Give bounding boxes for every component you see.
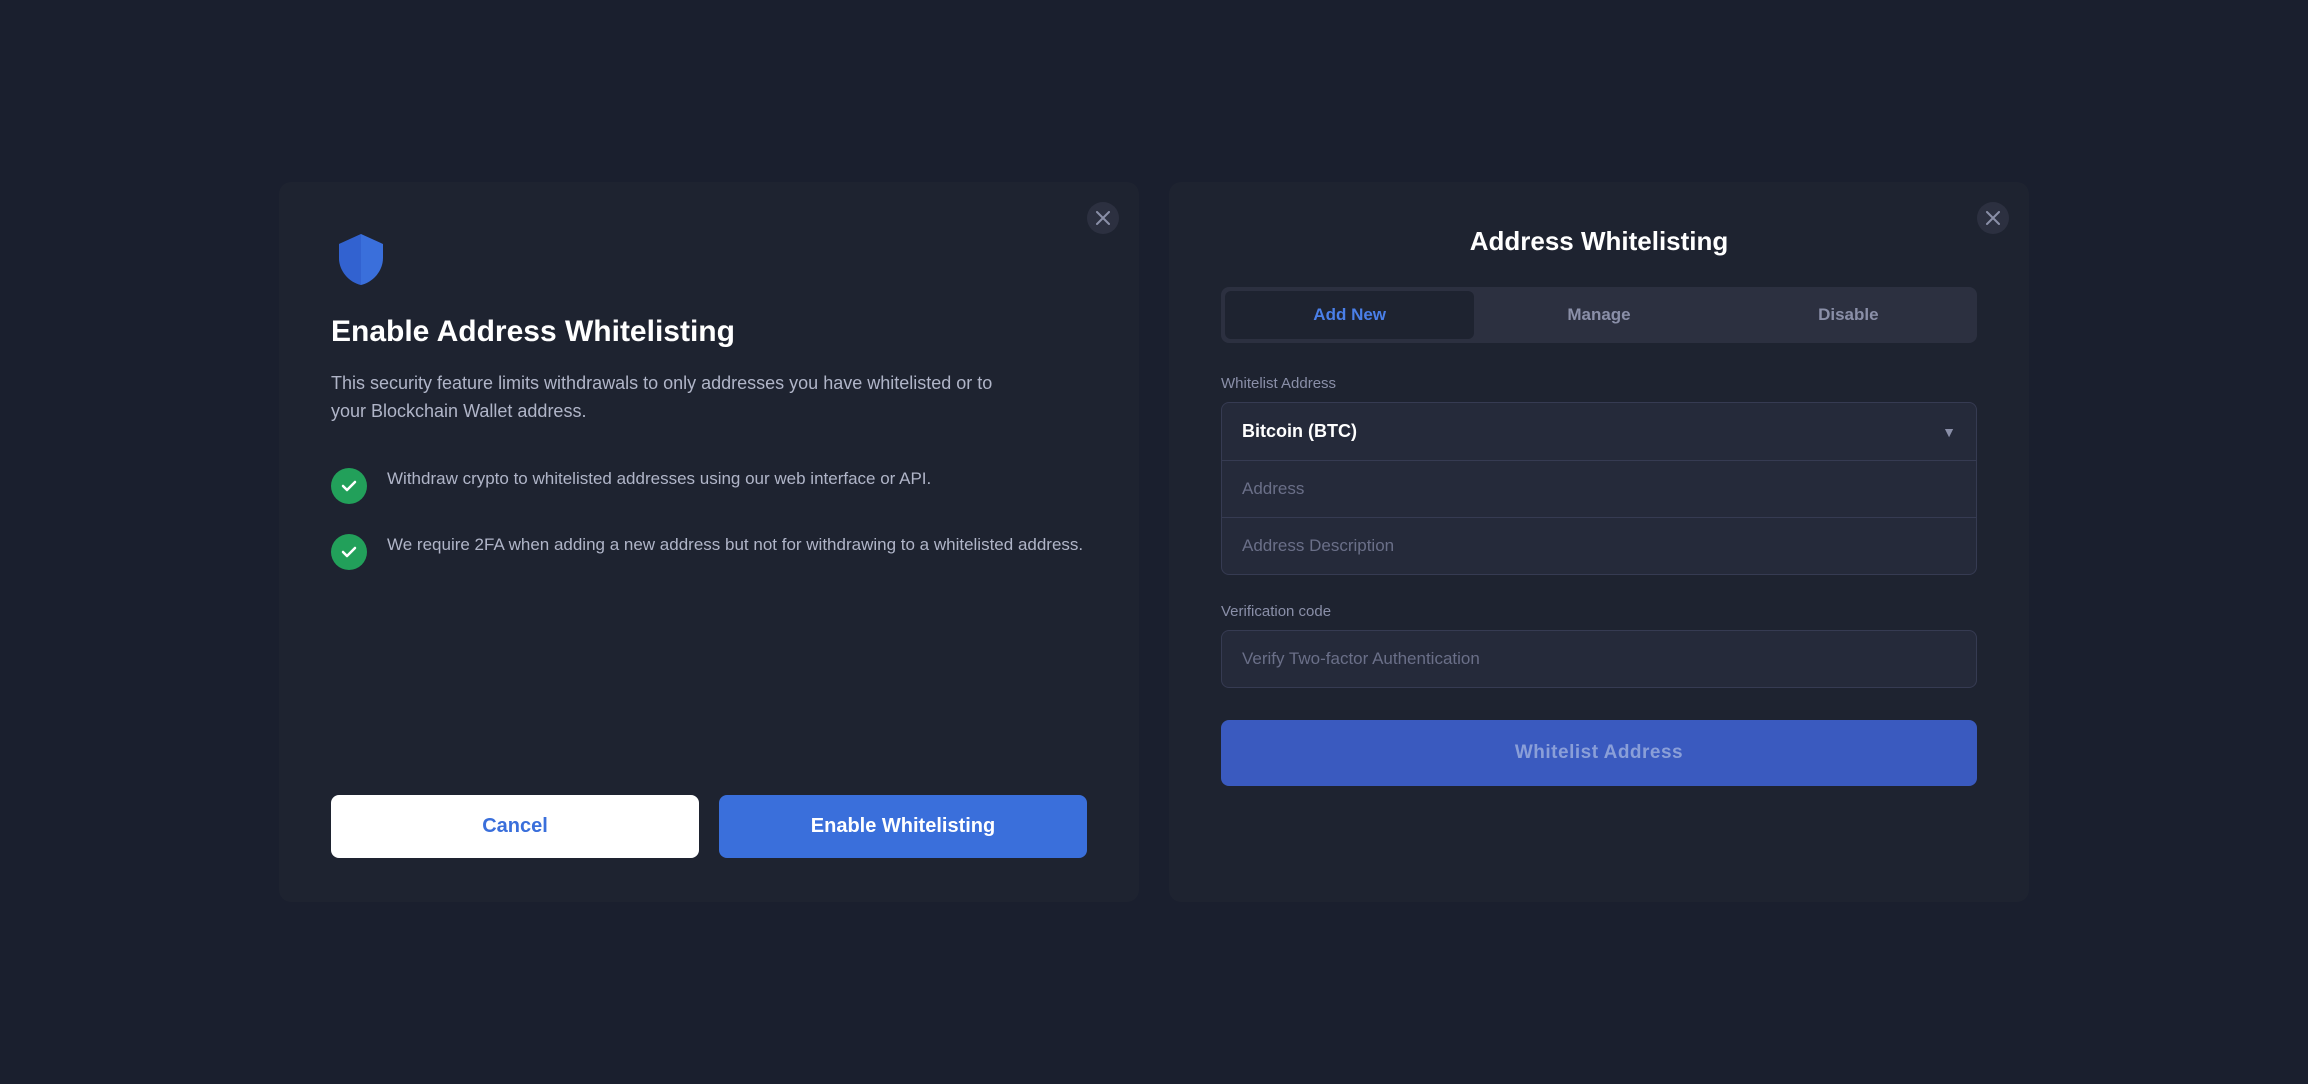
whitelist-address-section: Whitelist Address Bitcoin (BTC) ▼ bbox=[1221, 375, 1977, 575]
check-circle-1 bbox=[331, 468, 367, 504]
address-description-input[interactable] bbox=[1242, 536, 1956, 556]
tab-manage[interactable]: Manage bbox=[1474, 291, 1723, 339]
right-close-button[interactable] bbox=[1977, 202, 2009, 234]
left-modal: Enable Address Whitelisting This securit… bbox=[279, 182, 1139, 902]
tab-bar: Add New Manage Disable bbox=[1221, 287, 1977, 343]
screen: Enable Address Whitelisting This securit… bbox=[0, 0, 2308, 1084]
whitelist-address-button[interactable]: Whitelist Address bbox=[1221, 720, 1977, 786]
verification-section: Verification code bbox=[1221, 603, 1977, 688]
feature-text-1: Withdraw crypto to whitelisted addresses… bbox=[387, 466, 931, 492]
whitelist-address-label: Whitelist Address bbox=[1221, 375, 1977, 392]
tab-add-new[interactable]: Add New bbox=[1225, 291, 1474, 339]
left-close-button[interactable] bbox=[1087, 202, 1119, 234]
crypto-value: Bitcoin (BTC) bbox=[1242, 421, 1942, 442]
right-modal-title: Address Whitelisting bbox=[1221, 226, 1977, 257]
right-modal: Address Whitelisting Add New Manage Disa… bbox=[1169, 182, 2029, 902]
address-description-input-row bbox=[1222, 518, 1976, 574]
feature-text-2: We require 2FA when adding a new address… bbox=[387, 532, 1083, 558]
address-input[interactable] bbox=[1242, 479, 1956, 499]
feature-list: Withdraw crypto to whitelisted addresses… bbox=[331, 466, 1087, 570]
feature-item-1: Withdraw crypto to whitelisted addresses… bbox=[331, 466, 1087, 504]
left-modal-description: This security feature limits withdrawals… bbox=[331, 370, 1011, 426]
dropdown-arrow-icon: ▼ bbox=[1942, 424, 1956, 440]
check-circle-2 bbox=[331, 534, 367, 570]
tab-disable[interactable]: Disable bbox=[1724, 291, 1973, 339]
shield-icon bbox=[331, 230, 391, 290]
verification-input[interactable] bbox=[1242, 649, 1956, 669]
verification-label: Verification code bbox=[1221, 603, 1977, 620]
modal-actions: Cancel Enable Whitelisting bbox=[331, 795, 1087, 858]
verify-box bbox=[1221, 630, 1977, 688]
feature-item-2: We require 2FA when adding a new address… bbox=[331, 532, 1087, 570]
cancel-button[interactable]: Cancel bbox=[331, 795, 699, 858]
left-modal-title: Enable Address Whitelisting bbox=[331, 314, 1087, 350]
crypto-dropdown[interactable]: Bitcoin (BTC) ▼ bbox=[1222, 403, 1976, 461]
address-input-row bbox=[1222, 461, 1976, 518]
enable-whitelisting-button[interactable]: Enable Whitelisting bbox=[719, 795, 1087, 858]
form-box: Bitcoin (BTC) ▼ bbox=[1221, 402, 1977, 575]
